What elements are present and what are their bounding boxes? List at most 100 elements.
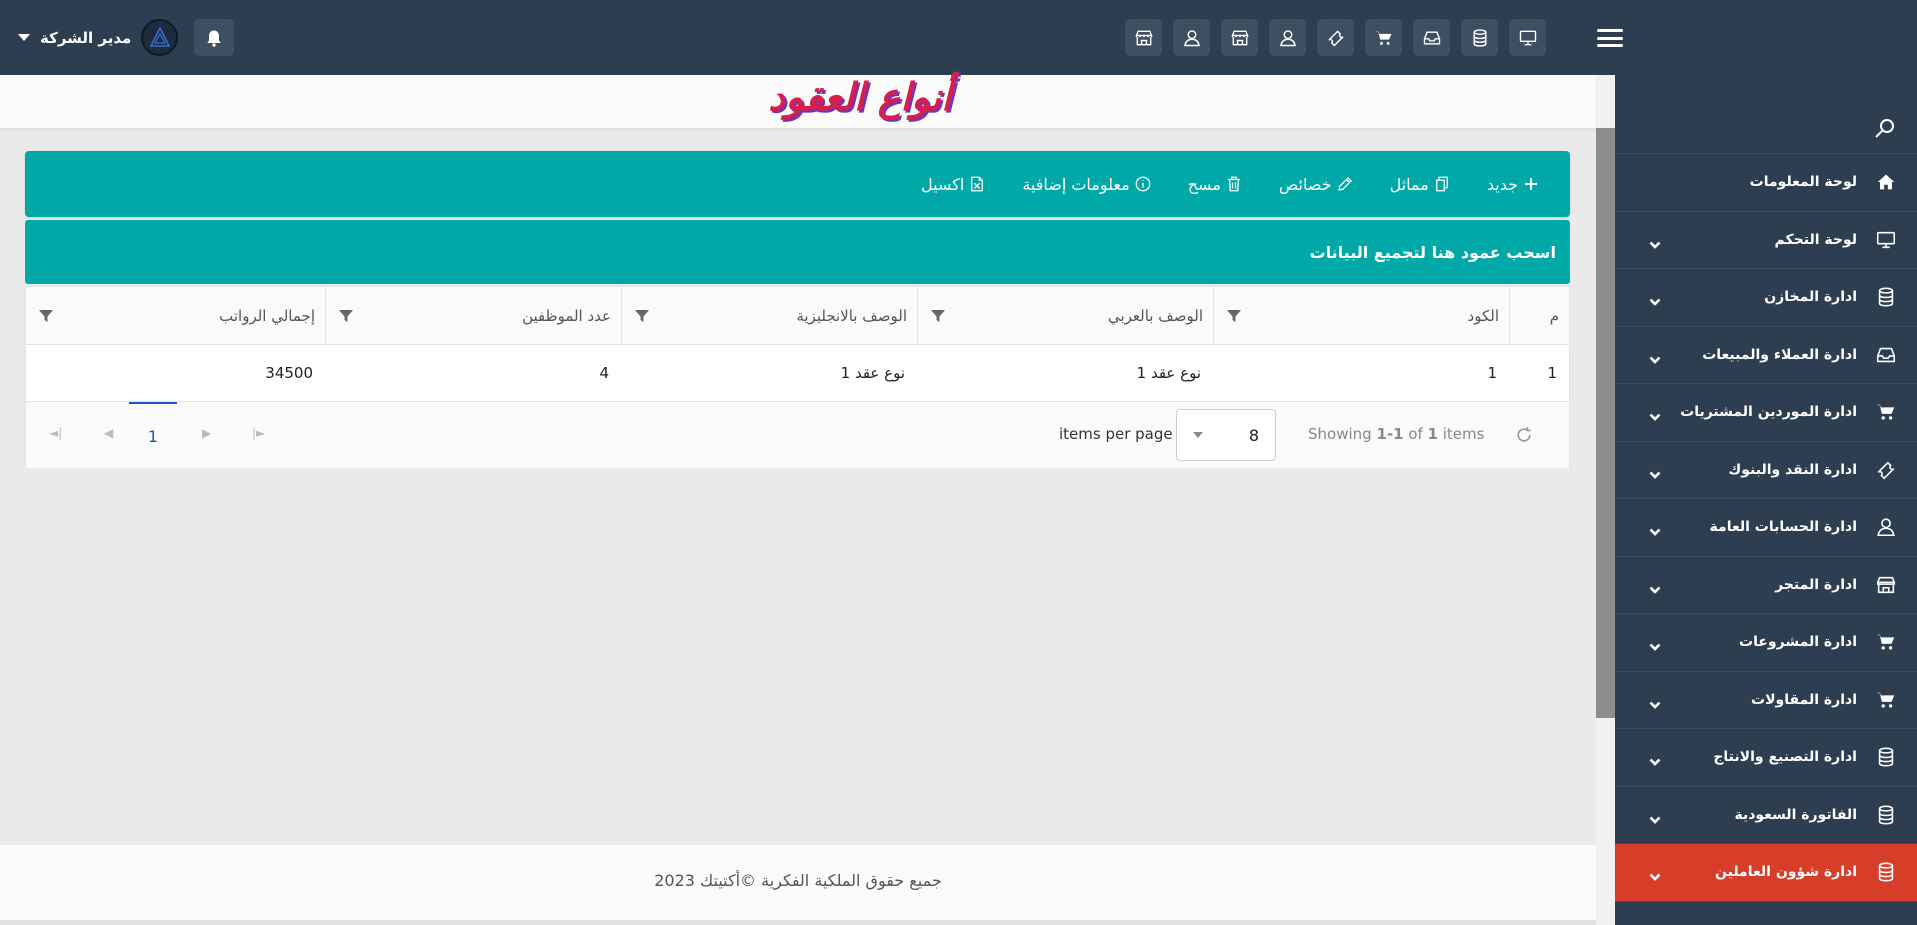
next-page-icon[interactable]: ▶ <box>202 426 211 440</box>
column-header-employees[interactable]: عدد الموظفين <box>325 287 621 344</box>
store-icon <box>1134 30 1153 45</box>
sidebar-item-label: لوحة التحكم <box>1774 231 1857 248</box>
sidebar-item-label: ادارة المشروعات <box>1739 634 1857 651</box>
chevron-down-icon <box>1649 465 1661 484</box>
sidebar-item[interactable]: ادارة النقد والبنوك <box>1615 442 1917 499</box>
page-number-button[interactable]: 1 <box>129 402 177 468</box>
column-header-total-salaries[interactable]: إجمالي الرواتب <box>26 287 325 344</box>
sidebar-item[interactable]: ادارة المخازن <box>1615 269 1917 327</box>
refresh-button[interactable] <box>1514 425 1534 449</box>
database-icon <box>1472 28 1487 47</box>
quick-store-button-2[interactable] <box>1125 19 1162 56</box>
sidebar-item[interactable]: ادارة الموردين المشتريات <box>1615 384 1917 442</box>
column-header-label: الوصف بالعربي <box>1107 306 1203 325</box>
user-name[interactable]: مدير الشركة <box>40 29 131 47</box>
user-icon <box>1279 29 1296 46</box>
inbox-icon <box>1873 342 1899 368</box>
chevron-down-icon <box>1649 235 1661 254</box>
sidebar-item[interactable]: ادارة التصنيع والانتاج <box>1615 729 1917 787</box>
last-page-icon[interactable]: |► <box>252 426 265 440</box>
column-header-label: م <box>1549 306 1559 325</box>
cart-icon <box>1375 30 1391 45</box>
monitor-icon <box>1873 227 1899 253</box>
top-bar: مدير الشركة <box>0 0 1917 75</box>
filter-icon[interactable] <box>634 308 650 328</box>
cell-desc-ar: نوع عقد 1 <box>1136 364 1201 382</box>
similar-button-label: مماثل <box>1389 174 1429 194</box>
sidebar-item[interactable]: ادارة المشروعات <box>1615 614 1917 672</box>
page-title: أنواع العقود <box>768 74 952 119</box>
notifications-button[interactable] <box>194 19 235 56</box>
grid-toolbar: جديد مماثل خصائص مسح معلومات إضافية اكسي… <box>25 151 1570 217</box>
column-header-label: الوصف بالانجليزية <box>796 306 907 325</box>
more-info-button[interactable]: معلومات إضافية <box>1022 175 1151 194</box>
quick-user-button-2[interactable] <box>1173 19 1210 56</box>
chevron-down-icon <box>1649 292 1661 311</box>
filter-icon[interactable] <box>338 308 354 328</box>
cart-icon <box>1873 629 1899 655</box>
delete-button-label: مسح <box>1187 174 1221 194</box>
quick-inbox-button[interactable] <box>1413 19 1450 56</box>
user-icon <box>1183 29 1200 46</box>
quick-monitor-button[interactable] <box>1509 19 1546 56</box>
column-header-desc-ar[interactable]: الوصف بالعربي <box>917 287 1213 344</box>
sidebar-item-label: ادارة المتجر <box>1775 576 1857 593</box>
column-header-code[interactable]: الكود <box>1213 287 1509 344</box>
page-scrollbar-thumb[interactable] <box>1596 128 1615 718</box>
sidebar-item[interactable]: ادارة المتجر <box>1615 557 1917 614</box>
sidebar-search[interactable] <box>1615 75 1917 154</box>
sidebar-item[interactable]: لوحة المعلومات <box>1615 154 1917 212</box>
sidebar-item-label: الفاتورة السعودية <box>1734 806 1857 823</box>
column-header-index[interactable]: م <box>1509 287 1569 344</box>
quick-user-button[interactable] <box>1269 19 1306 56</box>
similar-button[interactable]: مماثل <box>1390 175 1451 194</box>
sidebar-item[interactable]: ادارة المقاولات <box>1615 672 1917 729</box>
ticket-icon <box>1873 457 1899 483</box>
database-icon <box>1873 284 1899 310</box>
filter-icon[interactable] <box>38 308 54 328</box>
delete-button[interactable]: مسح <box>1188 175 1243 194</box>
ticket-icon <box>1327 29 1344 47</box>
user-menu-caret-icon[interactable] <box>18 34 30 41</box>
grid-header: م الكود الوصف بالعربي الوصف بالانجليزية … <box>26 287 1569 345</box>
cell-desc-en: نوع عقد 1 <box>840 364 905 382</box>
pager-info: Showing 1-1 of 1 items <box>1308 425 1485 443</box>
excel-export-button[interactable]: اكسيل <box>921 175 986 194</box>
info-icon <box>1135 176 1151 192</box>
hamburger-line-icon <box>1597 29 1623 32</box>
pager: ◄| ◀ 1 ▶ |► items per page 8 Showing 1-1… <box>26 402 1569 468</box>
user-icon <box>1873 514 1899 540</box>
column-header-label: عدد الموظفين <box>522 306 611 325</box>
bottom-strip <box>0 920 1596 925</box>
chevron-down-icon <box>1649 695 1661 714</box>
sidebar-item-label: ادارة شؤون العاملين <box>1715 864 1857 881</box>
chevron-down-icon <box>1649 350 1661 369</box>
new-button[interactable]: جديد <box>1487 175 1540 194</box>
column-header-desc-en[interactable]: الوصف بالانجليزية <box>621 287 917 344</box>
page-size-select[interactable]: 8 <box>1176 409 1276 461</box>
prev-page-icon[interactable]: ◀ <box>104 426 113 440</box>
sidebar-item[interactable]: ادارة الحسابات العامة <box>1615 499 1917 557</box>
quick-store-button[interactable] <box>1221 19 1258 56</box>
avatar[interactable] <box>141 19 179 56</box>
database-icon <box>1873 744 1899 770</box>
chevron-down-icon <box>1649 407 1661 426</box>
quick-cart-button[interactable] <box>1365 19 1402 56</box>
menu-toggle-button[interactable] <box>1597 27 1623 49</box>
sidebar-item[interactable]: ادارة العملاء والمبيعات <box>1615 327 1917 384</box>
monitor-icon <box>1519 30 1536 45</box>
filter-icon[interactable] <box>1226 308 1242 328</box>
first-page-icon[interactable]: ◄| <box>49 426 62 440</box>
chevron-down-icon <box>1193 432 1203 438</box>
sidebar-item[interactable]: لوحة التحكم <box>1615 212 1917 269</box>
cell-index: 1 <box>1547 364 1557 382</box>
sidebar-item[interactable]: ادارة شؤون العاملين <box>1615 844 1917 902</box>
table-row[interactable]: 1 1 نوع عقد 1 نوع عقد 1 4 34500 <box>26 345 1569 402</box>
filter-icon[interactable] <box>930 308 946 328</box>
quick-ticket-button[interactable] <box>1317 19 1354 56</box>
quick-database-button[interactable] <box>1461 19 1498 56</box>
sidebar-item[interactable]: الفاتورة السعودية <box>1615 787 1917 844</box>
copyright-text: جميع حقوق الملكية الفكرية ©أكتيتك 2023 <box>654 871 942 890</box>
properties-button[interactable]: خصائص <box>1279 175 1354 194</box>
group-by-drop-zone[interactable]: اسحب عمود هنا لتجميع البيانات <box>25 220 1570 284</box>
